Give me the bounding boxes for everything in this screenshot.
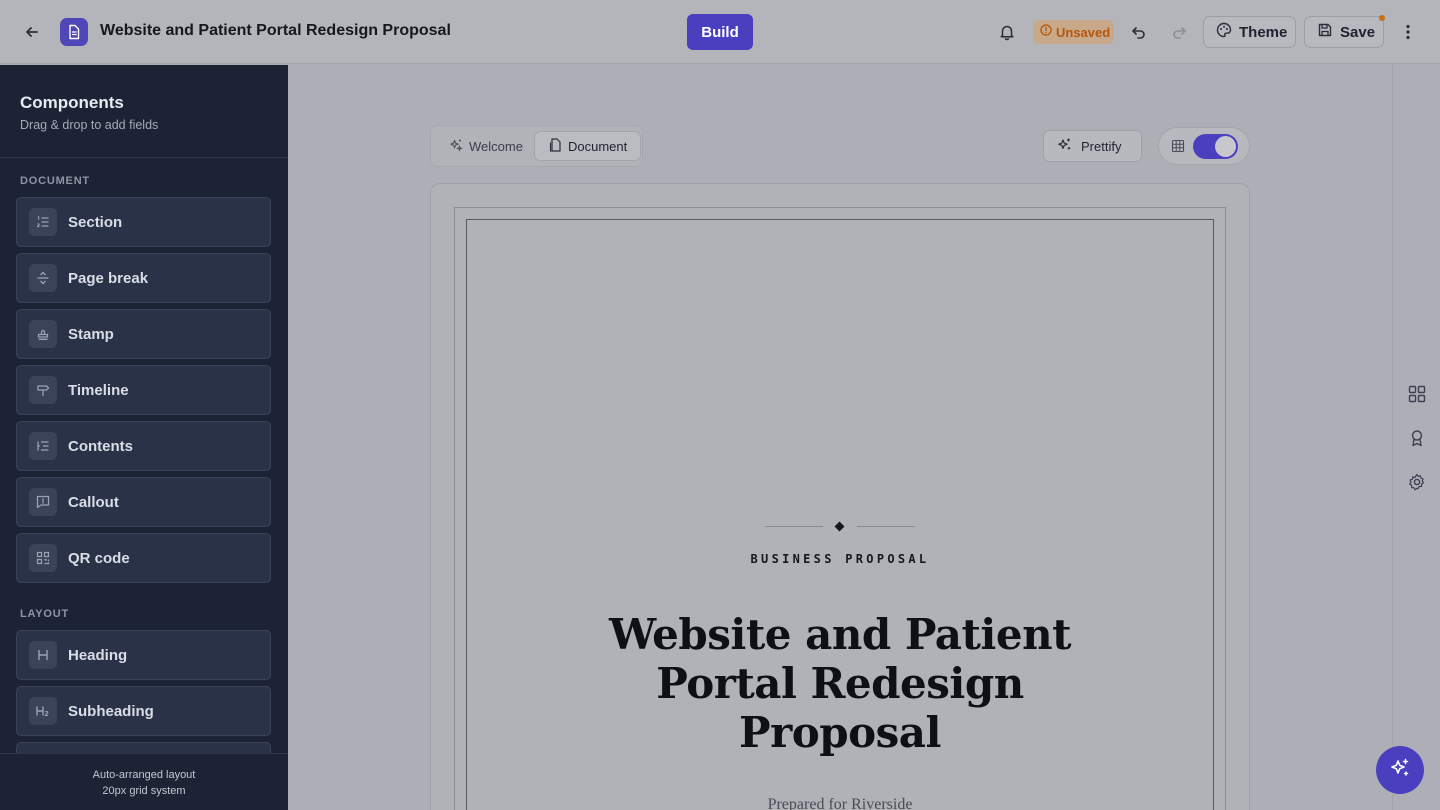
tab-welcome[interactable]: Welcome [439, 131, 533, 161]
document-title: Website and Patient Portal Redesign Prop… [100, 22, 451, 39]
component-label: QR code [68, 549, 130, 567]
tab-document-label: Document [568, 138, 628, 154]
magic-sparkles-icon [1057, 137, 1072, 155]
ornament-line-right [857, 526, 915, 527]
component-section[interactable]: Section [16, 197, 271, 247]
section-label-layout: LAYOUT [20, 608, 70, 620]
heading-2-icon [29, 697, 57, 725]
components-sidebar: Components Drag & drop to add fields DOC… [0, 65, 288, 810]
unsaved-changes-dot [1379, 15, 1385, 21]
component-label: Section [68, 213, 123, 231]
build-button[interactable]: Build [687, 14, 753, 50]
view-tabs: Welcome Document [430, 125, 643, 167]
more-vertical-icon[interactable] [1398, 21, 1418, 43]
save-button[interactable]: Save [1304, 16, 1384, 48]
layout-grid-icon[interactable] [1405, 382, 1429, 406]
sparkles-icon [449, 138, 463, 155]
tab-welcome-label: Welcome [469, 138, 523, 154]
ai-sparkles-icon [1389, 757, 1411, 784]
top-bar: Website and Patient Portal Redesign Prop… [0, 0, 1440, 64]
component-label: Heading [68, 646, 128, 664]
component-page-break[interactable]: Page break [16, 253, 271, 303]
sidebar-footer: Auto-arranged layout 20px grid system [0, 753, 288, 810]
ornament-line-left [765, 526, 823, 527]
palette-icon [1216, 22, 1232, 43]
sidebar-subtitle: Drag & drop to add fields [20, 118, 159, 132]
component-subheading[interactable]: Subheading [16, 686, 271, 736]
unsaved-status-badge: Unsaved [1033, 20, 1114, 44]
component-label: Timeline [68, 381, 129, 399]
component-heading[interactable]: Heading [16, 630, 271, 680]
unsaved-status-label: Unsaved [1056, 24, 1111, 40]
sidebar-title: Components [20, 93, 124, 112]
right-rail-divider [1392, 65, 1393, 810]
grid-toggle-switch[interactable] [1193, 134, 1238, 159]
component-stamp[interactable]: Stamp [16, 309, 271, 359]
prettify-label: Prettify [1081, 138, 1122, 154]
document-icon [60, 18, 88, 46]
award-icon[interactable] [1405, 426, 1429, 450]
table-of-contents-icon [29, 432, 57, 460]
undo-icon[interactable] [1128, 21, 1150, 43]
settings-gear-icon[interactable] [1405, 470, 1429, 494]
component-label: Subheading [68, 702, 154, 720]
component-timeline[interactable]: Timeline [16, 365, 271, 415]
stamp-icon [29, 320, 57, 348]
grid-toggle-group [1158, 127, 1250, 165]
page-break-icon [29, 264, 57, 292]
component-qr-code[interactable]: QR code [16, 533, 271, 583]
save-icon [1317, 22, 1333, 43]
ai-assistant-button[interactable] [1376, 746, 1424, 794]
document-main-title[interactable]: Website and Patient Portal Redesign Prop… [590, 610, 1090, 757]
signpost-icon [29, 376, 57, 404]
footer-layout-note: Auto-arranged layout [92, 769, 196, 781]
toggle-knob [1215, 136, 1236, 157]
back-arrow-icon[interactable] [20, 20, 44, 44]
footer-grid-note: 20px grid system [102, 785, 186, 797]
component-label: Page break [68, 269, 149, 287]
theme-button[interactable]: Theme [1203, 16, 1296, 48]
component-contents[interactable]: Contents [16, 421, 271, 471]
save-button-label: Save [1340, 23, 1376, 41]
component-label: Callout [68, 493, 119, 511]
bell-icon[interactable] [996, 21, 1018, 43]
alert-circle-icon [1040, 23, 1052, 41]
grid-icon [1171, 139, 1187, 155]
redo-icon[interactable] [1168, 21, 1190, 43]
file-icon [549, 137, 562, 155]
prepared-for-text[interactable]: Prepared for Riverside [600, 796, 1080, 810]
heading-icon [29, 641, 57, 669]
theme-button-label: Theme [1239, 23, 1288, 41]
list-ordered-icon [29, 208, 57, 236]
qr-code-icon [29, 544, 57, 572]
sidebar-header: Components Drag & drop to add fields [0, 65, 288, 158]
section-label-document: DOCUMENT [20, 175, 90, 187]
document-kicker: BUSINESS PROPOSAL [750, 552, 930, 566]
component-label: Contents [68, 437, 133, 455]
component-callout[interactable]: Callout [16, 477, 271, 527]
prettify-button[interactable]: Prettify [1043, 130, 1142, 162]
tab-document[interactable]: Document [534, 131, 641, 161]
component-label: Stamp [68, 325, 114, 343]
message-alert-icon [29, 488, 57, 516]
